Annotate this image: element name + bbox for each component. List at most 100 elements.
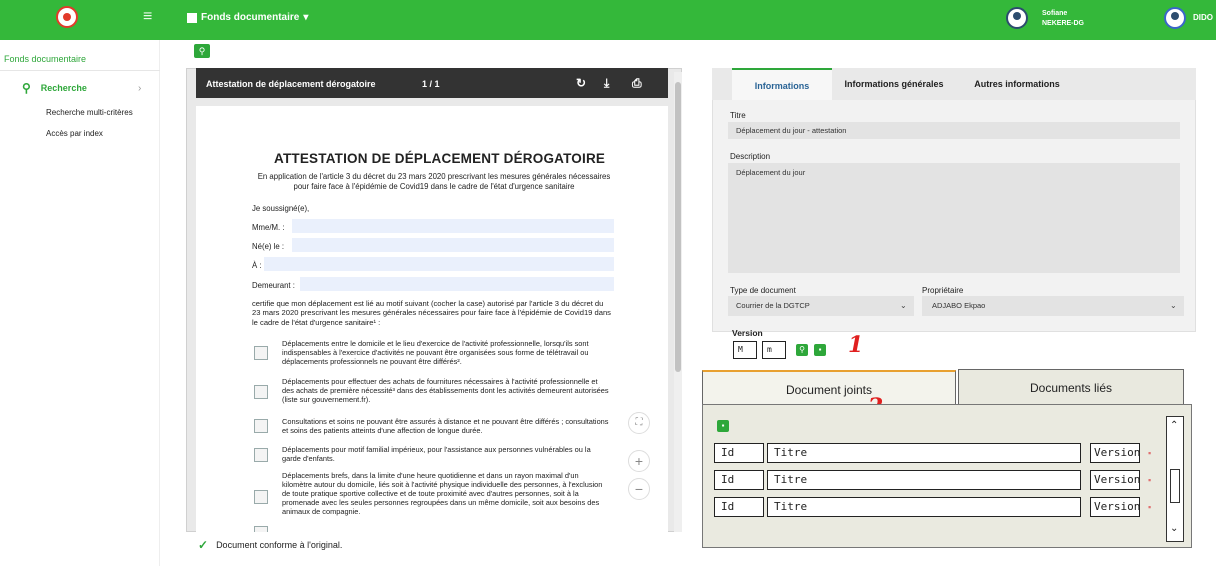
module-label: Fonds documentaire bbox=[201, 12, 300, 23]
doc-field-address[interactable] bbox=[300, 277, 614, 291]
viewer-toolbar: Attestation de déplacement dérogatoire 1… bbox=[196, 68, 668, 98]
user-first-name: Sofiane bbox=[1042, 10, 1068, 17]
rotate-icon[interactable]: ↻ bbox=[576, 76, 586, 90]
sidebar-divider bbox=[0, 70, 160, 71]
viewer-scrollbar[interactable] bbox=[674, 72, 682, 532]
attachment-version: Version bbox=[1090, 443, 1140, 463]
tab-informations-generales[interactable]: Informations générales bbox=[838, 68, 950, 100]
doc-field-label: À : bbox=[252, 261, 262, 270]
page-indicator: 1 / 1 bbox=[422, 79, 440, 89]
user-avatar[interactable] bbox=[1006, 7, 1028, 29]
reason-checkbox[interactable] bbox=[254, 419, 268, 433]
reason-checkbox[interactable] bbox=[254, 490, 268, 504]
attachment-title: Titre bbox=[767, 497, 1081, 517]
version-major-input[interactable]: M bbox=[733, 341, 757, 359]
zoom-out-icon[interactable]: − bbox=[628, 478, 650, 500]
sidebar-subitem-multicriteria[interactable]: Recherche multi-critères bbox=[46, 108, 133, 117]
sidebar: Fonds documentaire ⚲ Recherche › Recherc… bbox=[0, 40, 160, 566]
delete-icon[interactable]: ▪ bbox=[1148, 502, 1151, 512]
reason-checkbox[interactable] bbox=[254, 346, 268, 360]
attachment-version: Version bbox=[1090, 497, 1140, 517]
second-user-label[interactable]: DIDO bbox=[1193, 13, 1213, 22]
check-icon: ✓ bbox=[198, 538, 209, 552]
attachment-id: Id bbox=[714, 470, 764, 490]
zoom-in-icon[interactable]: + bbox=[628, 450, 650, 472]
doc-type-label: Type de document bbox=[730, 286, 796, 295]
reason-text: Déplacements pour effectuer des achats d… bbox=[282, 377, 609, 404]
attachment-id: Id bbox=[714, 443, 764, 463]
add-attachment-button[interactable]: ▪ bbox=[717, 420, 729, 432]
doc-intro: En application de l'article 3 du décret … bbox=[257, 172, 611, 191]
reason-checkbox[interactable] bbox=[254, 526, 268, 532]
doc-certify: certifie que mon déplacement est lié au … bbox=[252, 299, 611, 327]
second-avatar[interactable] bbox=[1164, 7, 1186, 29]
annotation-mark: 1 bbox=[848, 332, 864, 358]
scrollbar-thumb[interactable] bbox=[1170, 469, 1180, 503]
title-field[interactable]: Déplacement du jour - attestation bbox=[728, 122, 1180, 139]
description-field[interactable]: Déplacement du jour bbox=[728, 163, 1180, 273]
doc-field-name[interactable] bbox=[292, 219, 614, 233]
doc-field-birthdate[interactable] bbox=[292, 238, 614, 252]
module-icon bbox=[187, 12, 197, 23]
conform-label: Document conforme à l'original. bbox=[216, 540, 343, 550]
document-page: ATTESTATION DE DÉPLACEMENT DÉROGATOIRE E… bbox=[196, 106, 668, 532]
delete-icon[interactable]: ▪ bbox=[1148, 448, 1151, 458]
doc-type-select[interactable]: Courrier de la DGTCP bbox=[728, 296, 914, 316]
reason-checkbox[interactable] bbox=[254, 385, 268, 399]
caret-down-icon: ▾ bbox=[303, 12, 309, 23]
attachment-id: Id bbox=[714, 497, 764, 517]
search-icon: ⚲ bbox=[22, 81, 31, 95]
reason-text: Déplacements pour motif familial impérie… bbox=[282, 445, 591, 463]
print-icon[interactable]: ⎙ bbox=[632, 76, 642, 91]
info-tabs: Informations Informations générales Autr… bbox=[712, 68, 1196, 100]
search-button[interactable]: ⚲ bbox=[194, 44, 210, 58]
reason-text: Déplacements entre le domicile et le lie… bbox=[282, 339, 589, 366]
owner-label: Propriétaire bbox=[922, 286, 964, 295]
attachments-scrollbar[interactable]: ⌃ ⌄ bbox=[1166, 416, 1184, 542]
chevron-right-icon: › bbox=[138, 82, 142, 94]
tab-autres-informations[interactable]: Autres informations bbox=[964, 68, 1070, 100]
description-label: Description bbox=[730, 152, 771, 161]
version-add-button[interactable]: ▪ bbox=[814, 344, 826, 356]
module-dropdown[interactable]: Fonds documentaire ▾ bbox=[187, 12, 308, 23]
doc-field-label: Né(e) le : bbox=[252, 242, 285, 251]
download-icon[interactable]: ⤓ bbox=[604, 76, 609, 91]
app-logo[interactable] bbox=[56, 6, 78, 28]
chevron-down-icon: ⌄ bbox=[1170, 301, 1177, 310]
doc-field-label: Mme/M. : bbox=[252, 223, 285, 232]
scrollbar-thumb[interactable] bbox=[675, 82, 681, 372]
attachment-title: Titre bbox=[767, 443, 1081, 463]
version-label: Version bbox=[732, 328, 763, 338]
reason-checkbox[interactable] bbox=[254, 448, 268, 462]
sidebar-subitem-index[interactable]: Accès par index bbox=[46, 129, 103, 138]
attachment-title: Titre bbox=[767, 470, 1081, 490]
doc-undersigned: Je soussigné(e), bbox=[252, 204, 310, 213]
sidebar-header[interactable]: Fonds documentaire bbox=[4, 54, 86, 64]
tab-document-joints[interactable]: Document joints bbox=[702, 370, 956, 406]
sidebar-item-label: Recherche bbox=[40, 83, 87, 93]
top-bar bbox=[0, 0, 1216, 40]
owner-select[interactable]: ADJABO Ekpao bbox=[922, 296, 1184, 316]
menu-icon[interactable]: ≡ bbox=[143, 9, 152, 25]
attachment-version: Version bbox=[1090, 470, 1140, 490]
viewer-title: Attestation de déplacement dérogatoire bbox=[206, 79, 376, 89]
scroll-down-icon[interactable]: ⌄ bbox=[1170, 523, 1178, 534]
user-last-name: NEKERE-DG bbox=[1042, 20, 1085, 27]
user-name[interactable]: Sofiane NEKERE-DG bbox=[1042, 9, 1084, 29]
tab-documents-lies[interactable]: Documents liés bbox=[958, 369, 1184, 405]
version-search-button[interactable]: ⚲ bbox=[796, 344, 808, 356]
delete-icon[interactable]: ▪ bbox=[1148, 475, 1151, 485]
conform-status: ✓ Document conforme à l'original. bbox=[198, 538, 342, 552]
tab-informations[interactable]: Informations bbox=[732, 68, 832, 100]
doc-field-label: Demeurant : bbox=[252, 281, 295, 290]
reason-text: Déplacements brefs, dans la limite d'une… bbox=[282, 471, 603, 516]
doc-heading: ATTESTATION DE DÉPLACEMENT DÉROGATOIRE bbox=[274, 151, 606, 166]
fit-page-icon[interactable]: ⛶ bbox=[628, 412, 650, 434]
chevron-down-icon: ⌄ bbox=[900, 301, 907, 310]
scroll-up-icon[interactable]: ⌃ bbox=[1170, 420, 1178, 431]
doc-field-birthplace[interactable] bbox=[264, 257, 614, 271]
reason-text: Consultations et soins ne pouvant être a… bbox=[282, 417, 609, 435]
title-label: Titre bbox=[730, 111, 746, 120]
sidebar-item-recherche[interactable]: ⚲ Recherche › bbox=[0, 77, 160, 99]
version-minor-input[interactable]: m bbox=[762, 341, 786, 359]
